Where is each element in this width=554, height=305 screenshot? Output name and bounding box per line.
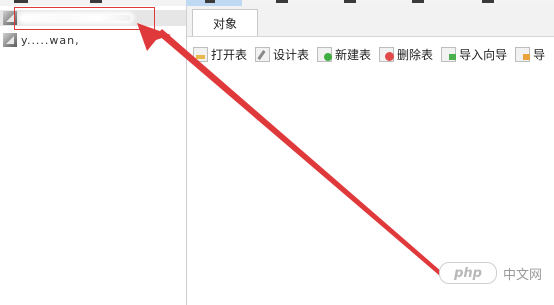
delete-table-button[interactable]: 删除表 <box>379 46 433 63</box>
import-wizard-button[interactable]: 导入向导 <box>441 46 507 63</box>
new-table-label: 新建表 <box>335 47 372 62</box>
import-wizard-icon <box>441 46 457 62</box>
menu-item-edit[interactable] <box>90 0 102 3</box>
tab-bar: 对象 <box>187 6 554 37</box>
new-table-icon <box>317 46 333 62</box>
open-table-icon <box>193 46 208 62</box>
menu-item-favorites[interactable] <box>276 0 288 3</box>
delete-table-label: 删除表 <box>397 47 434 62</box>
tab-objects-label: 对象 <box>212 16 237 31</box>
watermark-logo: php <box>439 262 497 284</box>
connection-label: y.....wan, <box>21 33 80 47</box>
import-wizard-label: 导入向导 <box>459 47 508 62</box>
new-table-button[interactable]: 新建表 <box>317 46 371 63</box>
delete-table-icon <box>379 46 395 62</box>
export-wizard-icon <box>515 46 531 62</box>
design-table-icon <box>255 46 271 62</box>
connection-name-redacted <box>21 15 131 21</box>
connection-icon <box>3 33 17 47</box>
connection-item-selected[interactable] <box>0 10 186 26</box>
menu-item-tools[interactable] <box>344 0 356 3</box>
connection-tree-panel: y.....wan, <box>0 6 187 305</box>
open-table-button[interactable]: 打开表 <box>193 46 247 63</box>
design-table-label: 设计表 <box>273 47 310 62</box>
export-wizard-label: 导 <box>533 47 546 62</box>
menu-item-file[interactable] <box>14 0 28 3</box>
watermark-site-name: 中文网 <box>503 267 543 283</box>
object-toolbar: 打开表 设计表 新建表 删除表 导入向导 导 <box>187 40 554 68</box>
connection-icon <box>3 11 17 25</box>
design-table-button[interactable]: 设计表 <box>255 46 309 63</box>
menu-item-view-text <box>205 0 215 3</box>
connection-item[interactable]: y.....wan, <box>0 32 80 48</box>
tab-objects[interactable]: 对象 <box>192 9 258 36</box>
menu-item-help[interactable] <box>482 0 494 3</box>
export-wizard-button[interactable]: 导 <box>515 46 545 63</box>
site-watermark: php 中文网 <box>439 262 542 284</box>
open-table-label: 打开表 <box>211 47 248 62</box>
menu-item-window[interactable] <box>412 0 424 3</box>
